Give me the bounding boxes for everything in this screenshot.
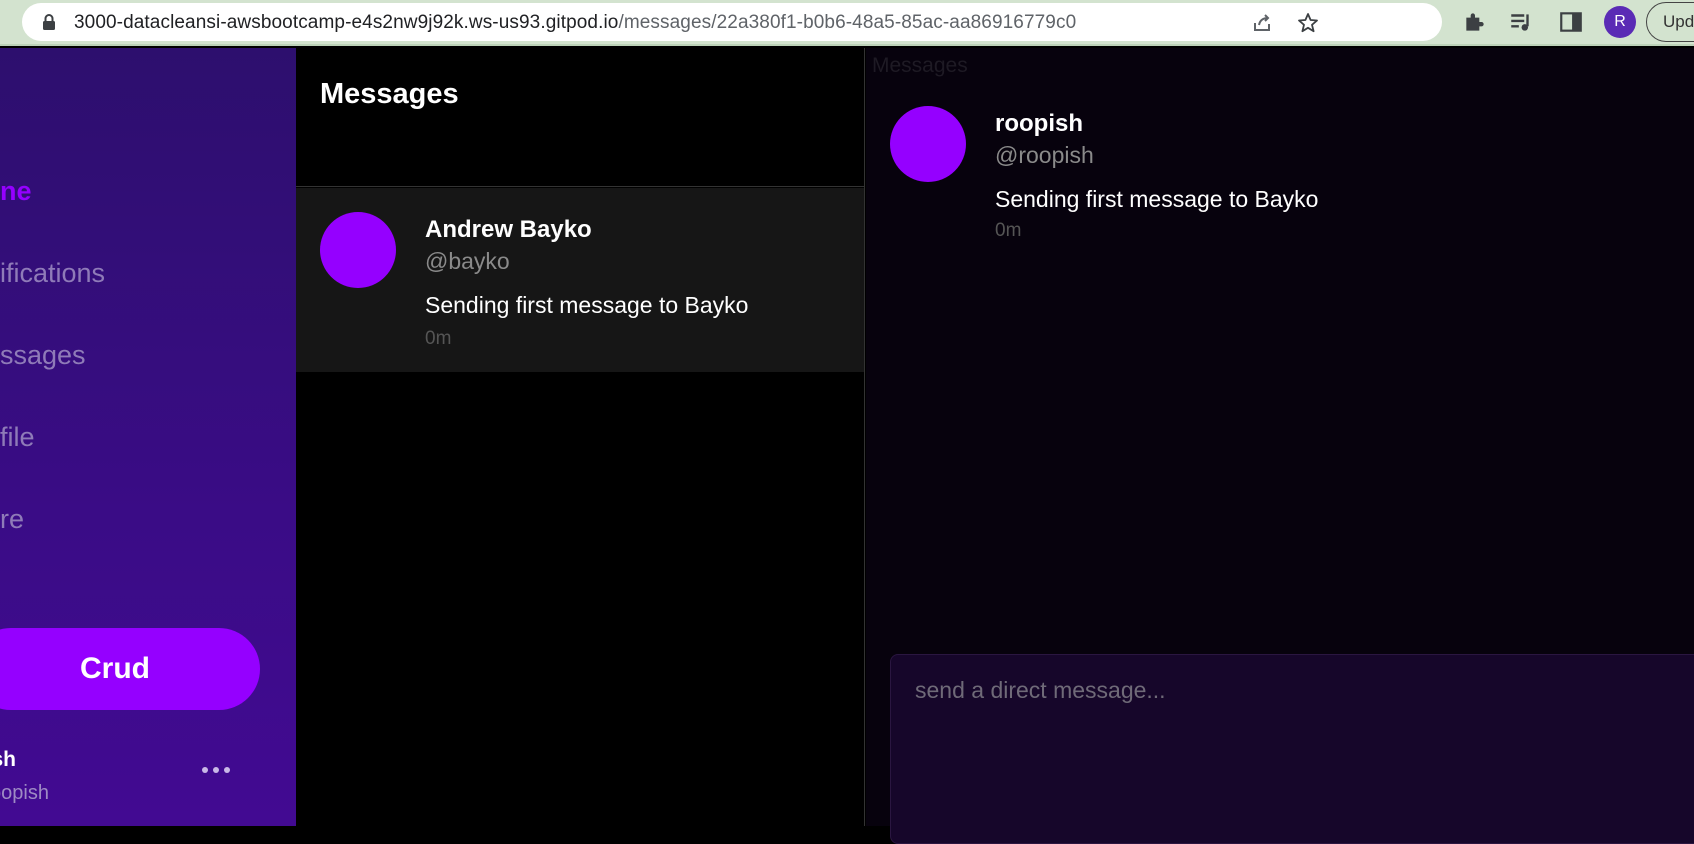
url-path: /messages/22a380f1-b0b6-48a5-85ac-aa8691… bbox=[618, 12, 1077, 33]
sidebar-item-home[interactable]: ne bbox=[0, 176, 32, 207]
divider bbox=[296, 186, 865, 187]
media-playlist-icon[interactable] bbox=[1508, 9, 1534, 35]
bookmark-star-icon[interactable] bbox=[1296, 11, 1320, 35]
share-icon[interactable] bbox=[1250, 11, 1274, 35]
url-text[interactable]: 3000-datacleansi-awsbootcamp-e4s2nw9j92k… bbox=[74, 12, 1076, 34]
lock-icon[interactable] bbox=[42, 14, 56, 30]
extensions-puzzle-icon[interactable] bbox=[1462, 9, 1488, 35]
group-last-message: Sending first message to Bayko bbox=[425, 292, 749, 318]
sidebar-item-profile[interactable]: file bbox=[0, 422, 35, 453]
profile-display-name: opish bbox=[0, 748, 16, 771]
browser-toolbar: 3000-datacleansi-awsbootcamp-e4s2nw9j92k… bbox=[0, 0, 1694, 46]
page-title: Messages bbox=[320, 78, 459, 110]
message-groups-panel: Messages Andrew Bayko @bayko Sending fir… bbox=[296, 48, 865, 826]
more-options-icon[interactable] bbox=[200, 765, 232, 775]
group-display-name: Andrew Bayko bbox=[425, 216, 592, 243]
message-handle: @roopish bbox=[995, 142, 1094, 168]
avatar bbox=[890, 106, 966, 182]
update-button[interactable]: Upd bbox=[1646, 2, 1694, 42]
avatar bbox=[320, 212, 396, 288]
address-bar[interactable]: 3000-datacleansi-awsbootcamp-e4s2nw9j92k… bbox=[22, 3, 1442, 41]
group-time: 0m bbox=[425, 328, 452, 349]
message-input[interactable] bbox=[891, 655, 1694, 843]
conversation-panel: Messages roopish @roopish Sending first … bbox=[866, 48, 1694, 844]
sidebar-item-messages[interactable]: ssages bbox=[0, 340, 86, 371]
sidebar: ne ifications ssages file re Crud opish … bbox=[0, 48, 296, 826]
url-host: 3000-datacleansi-awsbootcamp-e4s2nw9j92k… bbox=[74, 12, 619, 33]
sidebar-item-more[interactable]: re bbox=[0, 504, 24, 535]
crud-button[interactable]: Crud bbox=[0, 628, 260, 710]
message-display-name: roopish bbox=[995, 110, 1083, 137]
message-text: Sending first message to Bayko bbox=[995, 186, 1319, 212]
message-time: 0m bbox=[995, 220, 1022, 241]
message-compose-box bbox=[890, 654, 1694, 844]
conversation-title: Messages bbox=[872, 54, 968, 77]
side-panel-icon[interactable] bbox=[1558, 9, 1584, 35]
profile-avatar[interactable]: R bbox=[1604, 6, 1636, 38]
message-group-item[interactable]: Andrew Bayko @bayko Sending first messag… bbox=[296, 188, 864, 372]
profile-handle: oopish bbox=[0, 782, 49, 804]
sidebar-item-notifications[interactable]: ifications bbox=[0, 258, 105, 289]
group-handle: @bayko bbox=[425, 248, 510, 274]
